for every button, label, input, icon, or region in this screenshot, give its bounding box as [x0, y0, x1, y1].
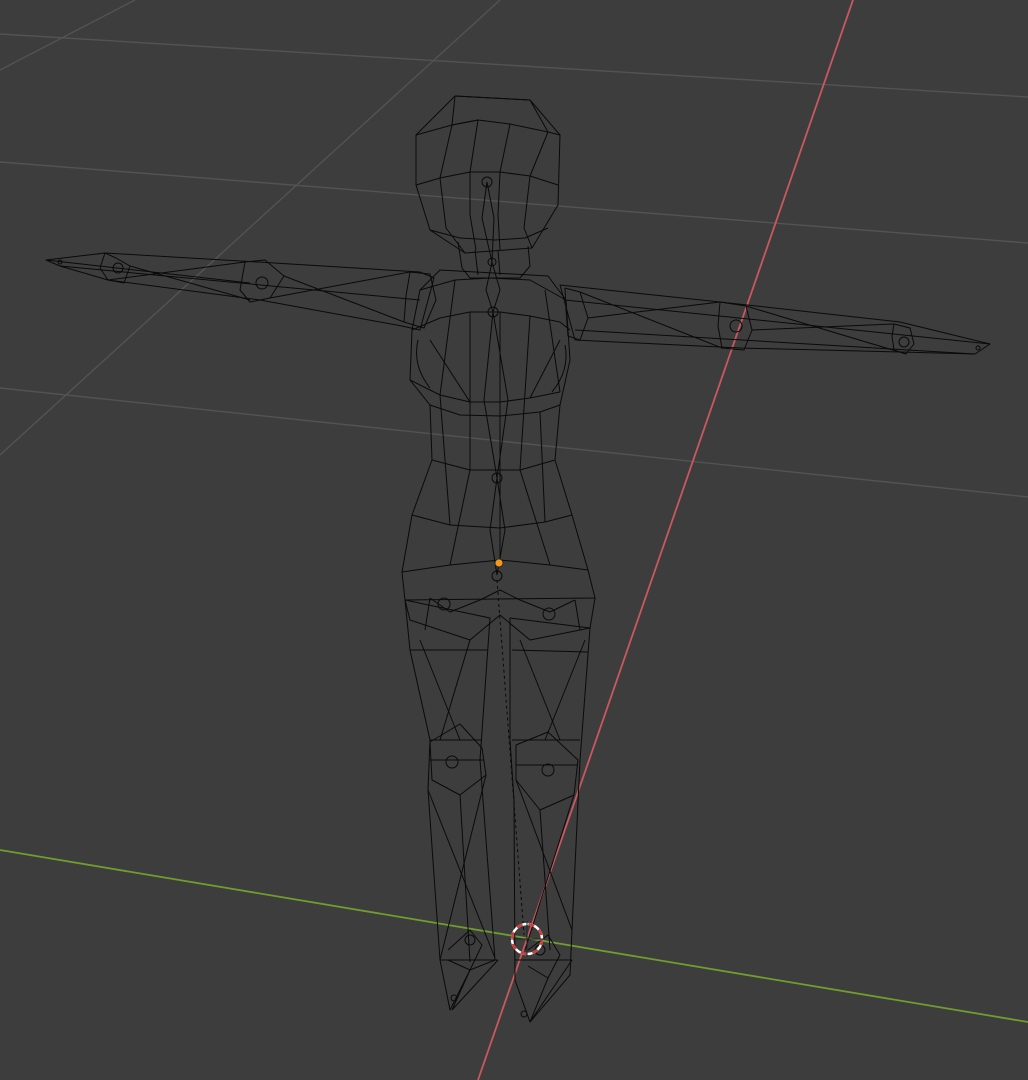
viewport-canvas[interactable]: [0, 0, 1028, 1080]
viewport-background: [0, 0, 1028, 1080]
3d-viewport[interactable]: [0, 0, 1028, 1080]
object-origin-dot[interactable]: [494, 558, 504, 568]
